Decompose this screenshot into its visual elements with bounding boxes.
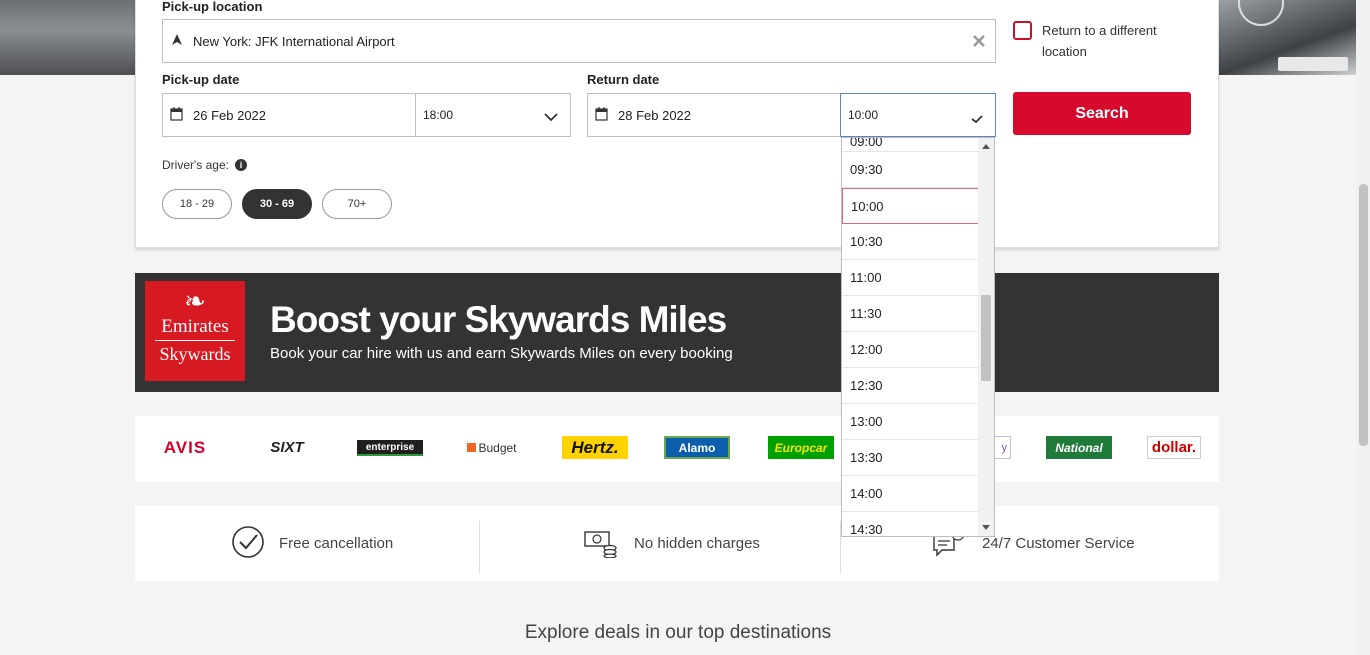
- features-bar: Free cancellation No hidden charges 24/7…: [135, 506, 1219, 581]
- avis-logo: AVIS: [163, 437, 207, 457]
- enterprise-logo: enterprise: [357, 440, 423, 456]
- pickup-location-input[interactable]: New York: JFK International Airport: [162, 19, 996, 63]
- skywards-banner[interactable]: ❧ Emirates Skywards Boost your Skywards …: [135, 273, 1219, 392]
- location-arrow-icon: [171, 33, 183, 49]
- search-form: Pick-up location New York: JFK Internati…: [135, 0, 1219, 248]
- return-date-value: 28 Feb 2022: [618, 107, 692, 123]
- pickup-date-value: 26 Feb 2022: [193, 107, 267, 123]
- time-option[interactable]: 14:00: [842, 476, 979, 512]
- sixt-logo: SIXT: [270, 439, 304, 456]
- explore-heading: Explore deals in our top destinations: [524, 622, 832, 643]
- clear-icon[interactable]: [972, 34, 986, 51]
- time-option-selected[interactable]: 10:00: [842, 188, 979, 224]
- time-option[interactable]: 14:30: [842, 512, 979, 536]
- banner-subtitle: Book your car hire with us and earn Skyw…: [270, 345, 733, 362]
- car-emblem: [1238, 0, 1284, 26]
- time-option[interactable]: 12:00: [842, 332, 979, 368]
- logo-line2: Skywards: [159, 344, 231, 364]
- driver-age-label-row: Driver's age: i: [162, 158, 247, 172]
- age-option-70-plus[interactable]: 70+: [322, 189, 392, 219]
- page-scrollbar-thumb[interactable]: [1359, 184, 1368, 446]
- scroll-up-icon[interactable]: [982, 144, 990, 149]
- time-option[interactable]: 13:30: [842, 440, 979, 476]
- calendar-icon: [170, 106, 183, 124]
- return-time-value: 10:00: [848, 108, 879, 122]
- budget-label: Budget: [478, 440, 517, 455]
- feature-label: No hidden charges: [634, 535, 760, 552]
- page-scrollbar[interactable]: [1356, 0, 1370, 655]
- feature-label: 24/7 Customer Service: [982, 535, 1135, 552]
- return-different-label[interactable]: Return to a different location: [1042, 20, 1172, 62]
- return-time-select[interactable]: 10:00: [840, 93, 996, 137]
- brand-logos: AVIS SIXT enterprise Budget Hertz. Alamo…: [135, 416, 1219, 482]
- time-option-partial[interactable]: 09:00: [842, 138, 979, 152]
- hertz-logo: Hertz.: [562, 436, 628, 459]
- driver-age-label: Driver's age:: [162, 158, 229, 172]
- info-icon[interactable]: i: [234, 159, 247, 171]
- pickup-date-input[interactable]: 26 Feb 2022: [162, 93, 416, 137]
- logo-line1: Emirates: [161, 316, 229, 337]
- pickup-date-label: Pick-up date: [162, 72, 240, 87]
- hero-image-right: [1218, 0, 1356, 75]
- time-option[interactable]: 12:30: [842, 368, 979, 404]
- return-different-checkbox[interactable]: [1013, 21, 1032, 40]
- emirates-skywards-logo: ❧ Emirates Skywards: [145, 281, 245, 381]
- chevron-down-icon: [544, 110, 558, 125]
- europcar-logo: Europcar: [768, 436, 834, 459]
- age-option-30-69[interactable]: 30 - 69: [242, 189, 312, 219]
- feature-free-cancellation: Free cancellation: [231, 506, 393, 581]
- pickup-time-select[interactable]: 18:00: [415, 93, 571, 137]
- national-logo: National: [1046, 436, 1112, 459]
- time-options-list: 09:00 09:30 10:00 10:30 11:00 11:30 12:0…: [842, 138, 979, 536]
- search-button[interactable]: Search: [1013, 92, 1191, 135]
- hero-image-left: [0, 0, 136, 75]
- return-time-dropdown[interactable]: 09:00 09:30 10:00 10:30 11:00 11:30 12:0…: [841, 137, 995, 537]
- return-date-input[interactable]: 28 Feb 2022: [587, 93, 841, 137]
- chevron-down-icon: [971, 111, 983, 126]
- feature-no-hidden-charges: No hidden charges: [584, 506, 760, 581]
- return-date-label: Return date: [587, 72, 660, 87]
- money-icon: [584, 526, 618, 562]
- time-option[interactable]: 13:00: [842, 404, 979, 440]
- dropdown-scrollbar[interactable]: [978, 138, 994, 536]
- scroll-down-icon[interactable]: [982, 525, 990, 530]
- time-option[interactable]: 11:30: [842, 296, 979, 332]
- budget-logo: Budget: [463, 436, 521, 459]
- pickup-time-value: 18:00: [423, 108, 454, 122]
- time-option[interactable]: 09:30: [842, 152, 979, 188]
- check-circle-icon: [231, 525, 265, 563]
- banner-title: Boost your Skywards Miles: [270, 299, 727, 340]
- dropdown-scrollbar-thumb[interactable]: [981, 295, 991, 381]
- calendar-icon: [595, 106, 608, 124]
- feature-label: Free cancellation: [279, 535, 394, 552]
- emirates-calligraphy-icon: ❧: [184, 287, 206, 317]
- alamo-logo: Alamo: [664, 436, 730, 459]
- license-plate: [1278, 57, 1348, 71]
- time-option[interactable]: 10:30: [842, 224, 979, 260]
- time-option[interactable]: 11:00: [842, 260, 979, 296]
- dollar-logo: dollar.: [1147, 436, 1201, 459]
- pickup-location-value: New York: JFK International Airport: [193, 33, 395, 49]
- pickup-location-label: Pick-up location: [162, 0, 263, 14]
- age-option-18-29[interactable]: 18 - 29: [162, 189, 232, 219]
